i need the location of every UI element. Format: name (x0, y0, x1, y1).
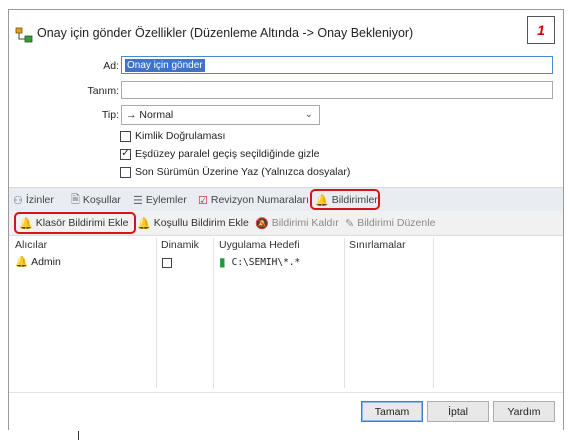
tab-label: Eylemler (145, 194, 187, 206)
button-label: Bildirimi Kaldır (271, 217, 339, 229)
remove-notification-button[interactable]: 🔕 Bildirimi Kaldır (255, 216, 339, 230)
type-label: Tip: (101, 109, 119, 121)
cancel-button[interactable]: İptal (427, 401, 489, 422)
name-input-value: Onay için gönder (125, 59, 205, 72)
column-separator (213, 238, 214, 388)
column-header-dynamic[interactable]: Dinamik (161, 239, 199, 251)
column-separator (433, 238, 434, 388)
type-select-value: → Normal (126, 109, 174, 121)
tab-revision-numbers[interactable]: ☑ Revizyon Numaraları (198, 192, 309, 208)
users-icon: ⚇ (13, 194, 23, 207)
dynamic-checkbox[interactable] (162, 258, 172, 268)
user-bell-icon: 🔔 (15, 256, 29, 268)
title-bar: Onay için gönder Özellikler (Düzenleme A… (9, 10, 563, 54)
target-cell: ▮ C:\SEMIH\*.* (219, 255, 300, 269)
dynamic-cell (162, 258, 172, 268)
checkbox-hide-parallel[interactable]: ✓ Eşdüzey paralel geçiş seçildiğinde giz… (120, 147, 319, 161)
text-cursor (78, 431, 79, 440)
column-separator (344, 238, 345, 388)
add-conditional-notification-button[interactable]: 🔔 Koşullu Bildirim Ekle (137, 216, 249, 230)
document-icon: 🗎 (71, 193, 80, 206)
tab-label: Revizyon Numaraları (210, 194, 309, 206)
folder-icon: ▮ (219, 255, 226, 269)
tab-label: İzinler (25, 194, 54, 206)
help-button[interactable]: Yardım (493, 401, 555, 422)
tab-permissions[interactable]: ⚇ İzinler (13, 192, 54, 208)
edit-notification-button[interactable]: ✎ Bildirimi Düzenle (345, 216, 435, 230)
recipient-name: Admin (31, 255, 61, 268)
checkbox-box[interactable] (120, 130, 131, 142)
bell-edit-icon: ✎ (345, 217, 355, 230)
type-select[interactable]: → Normal ⌄ (121, 105, 320, 125)
tab-label: Koşullar (82, 194, 121, 206)
tab-actions[interactable]: ☰ Eylemler (133, 192, 187, 208)
checkbox-label: Eşdüzey paralel geçiş seçildiğinde gizle (135, 148, 320, 160)
checkbox-icon: ☑ (198, 194, 208, 207)
notifications-table[interactable]: Alıcılar Dinamik Uygulama Hedefi Sınırla… (13, 236, 559, 392)
target-path: C:\SEMIH\*.* (231, 256, 301, 268)
tab-highlight-frame (310, 189, 380, 210)
button-label: Koşullu Bildirim Ekle (153, 217, 249, 229)
recipient-cell: 🔔 Admin (15, 255, 61, 269)
column-separator (156, 238, 157, 388)
ok-button[interactable]: Tamam (361, 401, 423, 422)
button-label: Bildirimi Düzenle (357, 217, 436, 229)
name-input[interactable]: Onay için gönder (121, 56, 553, 74)
name-label: Ad: (103, 60, 119, 72)
checkbox-authentication[interactable]: Kimlik Doğrulaması (120, 129, 225, 143)
step-number-badge: 1 (527, 16, 555, 44)
tab-bar: ⚇ İzinler 🗎 Koşullar ☰ Eylemler ☑ Revizy… (9, 187, 563, 212)
bell-remove-icon: 🔕 (255, 217, 269, 230)
tab-conditions[interactable]: 🗎 Koşullar (71, 192, 121, 208)
checkbox-overwrite-latest[interactable]: Son Sürümün Üzerine Yaz (Yalnızca dosyal… (120, 165, 350, 179)
column-header-recipients[interactable]: Alıcılar (15, 239, 47, 251)
window-title: Onay için gönder Özellikler (Düzenleme A… (37, 26, 414, 40)
conditional-bell-icon: 🔔 (137, 217, 151, 230)
checkbox-label: Kimlik Doğrulaması (135, 130, 226, 142)
button-highlight-frame (14, 212, 136, 234)
workflow-state-icon (15, 27, 33, 43)
column-header-limits[interactable]: Sınırlamalar (349, 239, 406, 251)
checkbox-box[interactable] (120, 166, 131, 178)
description-label: Tanım: (87, 85, 119, 97)
properties-dialog: Onay için gönder Özellikler (Düzenleme A… (8, 9, 564, 431)
checkbox-box-checked[interactable]: ✓ (120, 148, 131, 160)
column-header-target[interactable]: Uygulama Hedefi (219, 239, 300, 251)
checkbox-label: Son Sürümün Üzerine Yaz (Yalnızca dosyal… (135, 166, 351, 178)
chevron-down-icon: ⌄ (304, 109, 313, 120)
actions-icon: ☰ (133, 194, 143, 207)
dialog-footer: Tamam İptal Yardım (9, 392, 563, 431)
notifications-toolbar: 🔔 Klasör Bildirimi Ekle 🔔 Koşullu Bildir… (9, 211, 563, 236)
description-input[interactable] (121, 81, 553, 99)
